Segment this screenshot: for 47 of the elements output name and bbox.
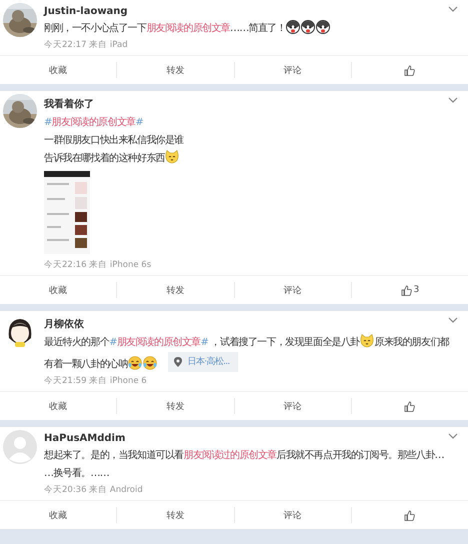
post-time: 今天21:59 来自 iPhone 6 [44,375,147,387]
action-button[interactable]: 收藏 [0,507,116,523]
thumbs-up-icon [404,510,416,520]
hashtag-link[interactable]: #朋友阅读的原创文章# [44,117,144,128]
hashtag-link[interactable]: #朋友阅读的原创文章# [109,337,208,348]
post-text: 最近特火的那个#朋友阅读的原创文章# ，试着搜了一下，发现里面全是八卦 原来我的朋友们都 [44,334,449,352]
action-button[interactable]: 评论 [234,282,351,298]
post-time: 今天20:36 来自 Android [44,484,143,496]
post-text: 有着一颗八卦的心呐 日本·高松... [44,352,238,374]
author-name[interactable]: 月柳依依 [44,317,84,331]
action-button[interactable]: 转发 [116,62,234,78]
laughing-face-icon [143,356,158,370]
post-time: 今天22:17 来自 iPad [44,39,128,51]
location-pin-icon [174,357,182,367]
husky-face-icon [286,20,300,34]
action-button[interactable]: 转发 [116,507,234,523]
thumbs-up-icon [400,284,412,296]
post-text: 想起来了。是的，当我知道可以看朋友阅读过的原创文章后我就不再点开我的订阅号。那些八卦… [44,448,444,463]
chevron-down-icon [448,317,458,323]
action-button[interactable]: 评论 [234,62,351,78]
post-text: 一群假朋友口快出来私信我你是谁 [44,134,184,148]
cat-face-icon [165,150,180,164]
post-text: 告诉我在哪找着的这种好东西 [44,150,180,168]
chevron-down-icon [448,6,458,12]
action-button[interactable]: 评论 [234,507,351,523]
chevron-down-icon [448,433,458,439]
thumbs-up-icon [404,400,416,412]
avatar-icon [3,430,37,464]
like-button[interactable]: 3 [350,282,468,298]
author-name[interactable]: HaPusAMddim [44,433,126,444]
laughing-face-icon [128,356,142,370]
post-time: 今天22:16 来自 iPhone 6s [44,259,152,271]
action-button[interactable]: 转发 [116,282,234,298]
author-name[interactable]: 我看着你了 [44,97,94,111]
husky-face-icon [316,20,330,34]
action-button[interactable]: 转发 [116,398,234,414]
husky-face-icon [301,20,316,34]
post-text: 刚刚，一不小心点了一下朋友阅读的原创文章……简直了！ [44,20,331,38]
action-button[interactable]: 评论 [234,398,351,414]
thumbs-up-icon [404,64,416,76]
action-button[interactable]: 收藏 [0,398,116,414]
chevron-down-icon [448,97,458,103]
action-button[interactable]: 收藏 [0,282,116,298]
post-text: …换号看。…… [44,466,110,481]
action-button[interactable]: 收藏 [0,62,116,78]
author-name[interactable]: Justin-laowang [44,6,128,17]
cat-face-icon [360,334,374,348]
